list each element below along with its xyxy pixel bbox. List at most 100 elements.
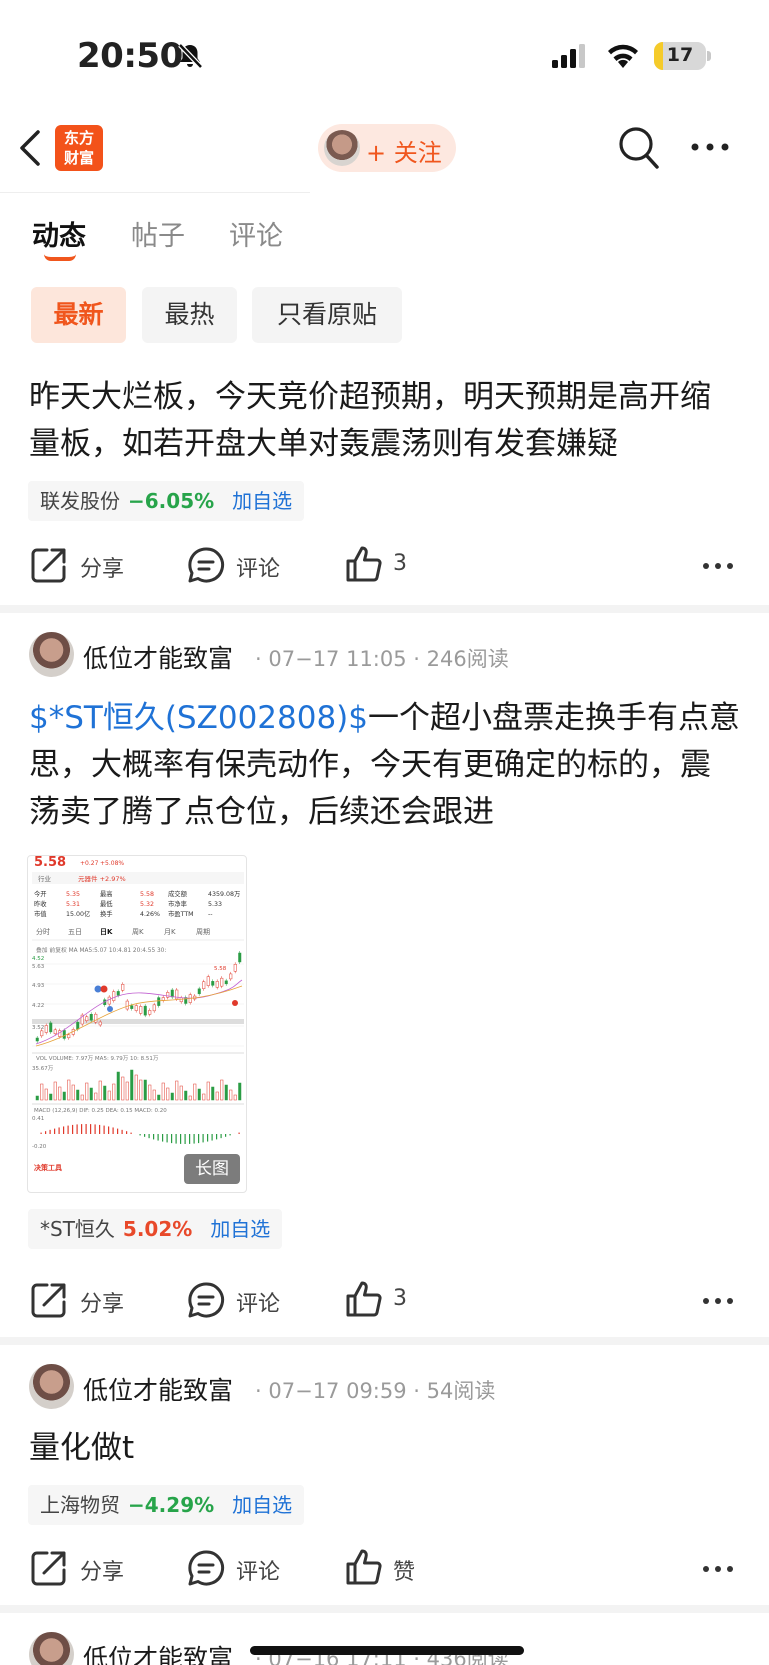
chart-quote-cell: 最高 (100, 889, 113, 898)
chart-candle (143, 1005, 147, 1016)
chart-candles (35, 950, 242, 1043)
chart-volume-bar (53, 1081, 57, 1101)
chart-volume-bar (170, 1092, 174, 1101)
author-name[interactable]: 低位才能致富 (83, 1371, 233, 1407)
tab-comments[interactable]: 评论 (229, 214, 283, 253)
author-avatar[interactable] (29, 1364, 74, 1409)
like-count: 3 (393, 1286, 407, 1311)
post-chart-image[interactable]: 5.58 +0.27 +5.08% 行业 元器件 +2.97% 今开 5.35 最高… (27, 855, 247, 1193)
screen: 20:50 17 东方 财富 + 关注 动态 帖子 评论 最新 最热 只看原贴 … (0, 0, 769, 1665)
long-image-badge: 长图 (184, 1154, 240, 1184)
chart-volume-bar (116, 1071, 120, 1101)
chart-volume-bar (94, 1092, 98, 1101)
chart-candle (202, 981, 206, 989)
comment-label[interactable]: 评论 (236, 551, 280, 583)
chart-volume-bar (152, 1089, 156, 1101)
chart-volume-bar (130, 1069, 134, 1101)
chart-volume-bar (80, 1094, 84, 1101)
chart-quote-cell: 最低 (100, 899, 113, 908)
comment-label[interactable]: 评论 (236, 1286, 280, 1318)
tab-posts[interactable]: 帖子 (131, 214, 185, 253)
chart-quote-cell: 15.00亿 (66, 909, 90, 918)
filter-hottest[interactable]: 最热 (142, 287, 237, 343)
post-1-stock-tag[interactable]: 联发股份 −6.05% 加自选 (28, 481, 305, 521)
chart-macd-bar (85, 1124, 87, 1134)
post-reads: 54阅读 (426, 1379, 496, 1403)
chart-macd-bar (112, 1127, 114, 1134)
chart-candle (166, 992, 170, 998)
chart-volume-bar (211, 1086, 215, 1101)
author-name[interactable]: 低位才能致富 (83, 1639, 233, 1665)
chart-macd-bar (58, 1127, 60, 1134)
share-label[interactable]: 分享 (80, 1554, 124, 1586)
chart-macd-bar (211, 1134, 213, 1141)
add-watchlist-link[interactable]: 加自选 (210, 1217, 270, 1241)
post-3-stock-tag[interactable]: 上海物贸 −4.29% 加自选 (28, 1485, 305, 1525)
stock-mention-link[interactable]: $*ST恒久(SZ002808)$ (29, 700, 368, 736)
share-icon[interactable] (30, 1549, 68, 1587)
chart-volume-bar (103, 1085, 107, 1101)
chart-quote-cell: 换手 (100, 909, 113, 918)
stock-change: −6.05% (128, 489, 215, 513)
thumbs-up-icon[interactable] (345, 1548, 383, 1586)
chart-volume-bar (197, 1088, 201, 1101)
post-1-text[interactable]: 昨天大烂板，今天竞价超预期，明天预期是高开缩量板，如若开盘大单对轰震荡则有发套嫌… (29, 374, 741, 468)
chart-volume-bar (49, 1093, 53, 1101)
chart-period-tab: 分时 (36, 927, 50, 936)
post-more-icon[interactable] (702, 1297, 734, 1305)
chart-candle (211, 981, 215, 986)
chart-macd-bar (49, 1129, 51, 1134)
chart-volume-bar (89, 1087, 93, 1101)
post-2-text[interactable]: $*ST恒久(SZ002808)$一个超小盘票走换手有点意思，大概率有保壳动作，… (29, 695, 741, 836)
chart-volume-bar (202, 1093, 206, 1101)
post-separator (0, 1605, 769, 1613)
chart-macd-bar (99, 1124, 101, 1134)
back-arrow-icon[interactable] (16, 128, 44, 168)
share-label[interactable]: 分享 (80, 1286, 124, 1318)
chart-macd-bar (148, 1134, 150, 1139)
post-3-text[interactable]: 量化做t (29, 1425, 741, 1472)
post-more-icon[interactable] (702, 562, 734, 570)
chart-volume-bar (62, 1091, 66, 1101)
share-label[interactable]: 分享 (80, 551, 124, 583)
follow-button[interactable]: + 关注 (318, 124, 456, 172)
chart-macd-bar (63, 1126, 65, 1134)
profile-avatar (324, 130, 360, 166)
chart-macd-bar (72, 1124, 74, 1134)
add-watchlist-link[interactable]: 加自选 (232, 1493, 292, 1517)
filter-original-only[interactable]: 只看原贴 (252, 287, 402, 343)
app-logo[interactable]: 东方 财富 (55, 125, 103, 171)
share-icon[interactable] (30, 1281, 68, 1319)
nav-divider (0, 192, 310, 193)
thumbs-up-icon[interactable] (345, 1280, 383, 1318)
more-options-icon[interactable] (690, 142, 730, 152)
comment-icon[interactable] (187, 546, 225, 584)
chart-macd-bar (144, 1134, 146, 1137)
add-watchlist-link[interactable]: 加自选 (232, 489, 292, 513)
comment-icon[interactable] (187, 1549, 225, 1587)
chart-quote-table: 今开 5.35 最高 5.58 成交额 4359.08万昨收 5.31 最低 5.32 市净率 5.… (34, 889, 240, 918)
chart-volume-bar (107, 1090, 111, 1101)
chart-macd-bar (238, 1132, 240, 1134)
thumbs-up-icon[interactable] (345, 545, 383, 583)
chart-candle (206, 976, 210, 986)
chart-candle (53, 1029, 57, 1035)
like-label[interactable]: 赞 (393, 1554, 415, 1586)
filter-latest[interactable]: 最新 (31, 287, 126, 343)
post-more-icon[interactable] (702, 1565, 734, 1573)
author-avatar[interactable] (29, 1632, 74, 1665)
author-avatar[interactable] (29, 632, 74, 677)
home-indicator[interactable] (250, 1646, 524, 1655)
comment-label[interactable]: 评论 (236, 1554, 280, 1586)
chart-volume-bar (143, 1079, 147, 1101)
share-icon[interactable] (30, 546, 68, 584)
author-name[interactable]: 低位才能致富 (83, 639, 233, 675)
chart-volume-bar (76, 1089, 80, 1101)
comment-icon[interactable] (187, 1281, 225, 1319)
post-2-stock-tag[interactable]: *ST恒久 5.02% 加自选 (28, 1209, 283, 1249)
chart-volume-bar (224, 1084, 228, 1101)
chart-quote-cell: 5.31 (66, 901, 80, 908)
chart-macd-bar (166, 1134, 168, 1143)
tab-dynamic[interactable]: 动态 (32, 214, 86, 253)
search-icon[interactable] (618, 126, 660, 170)
